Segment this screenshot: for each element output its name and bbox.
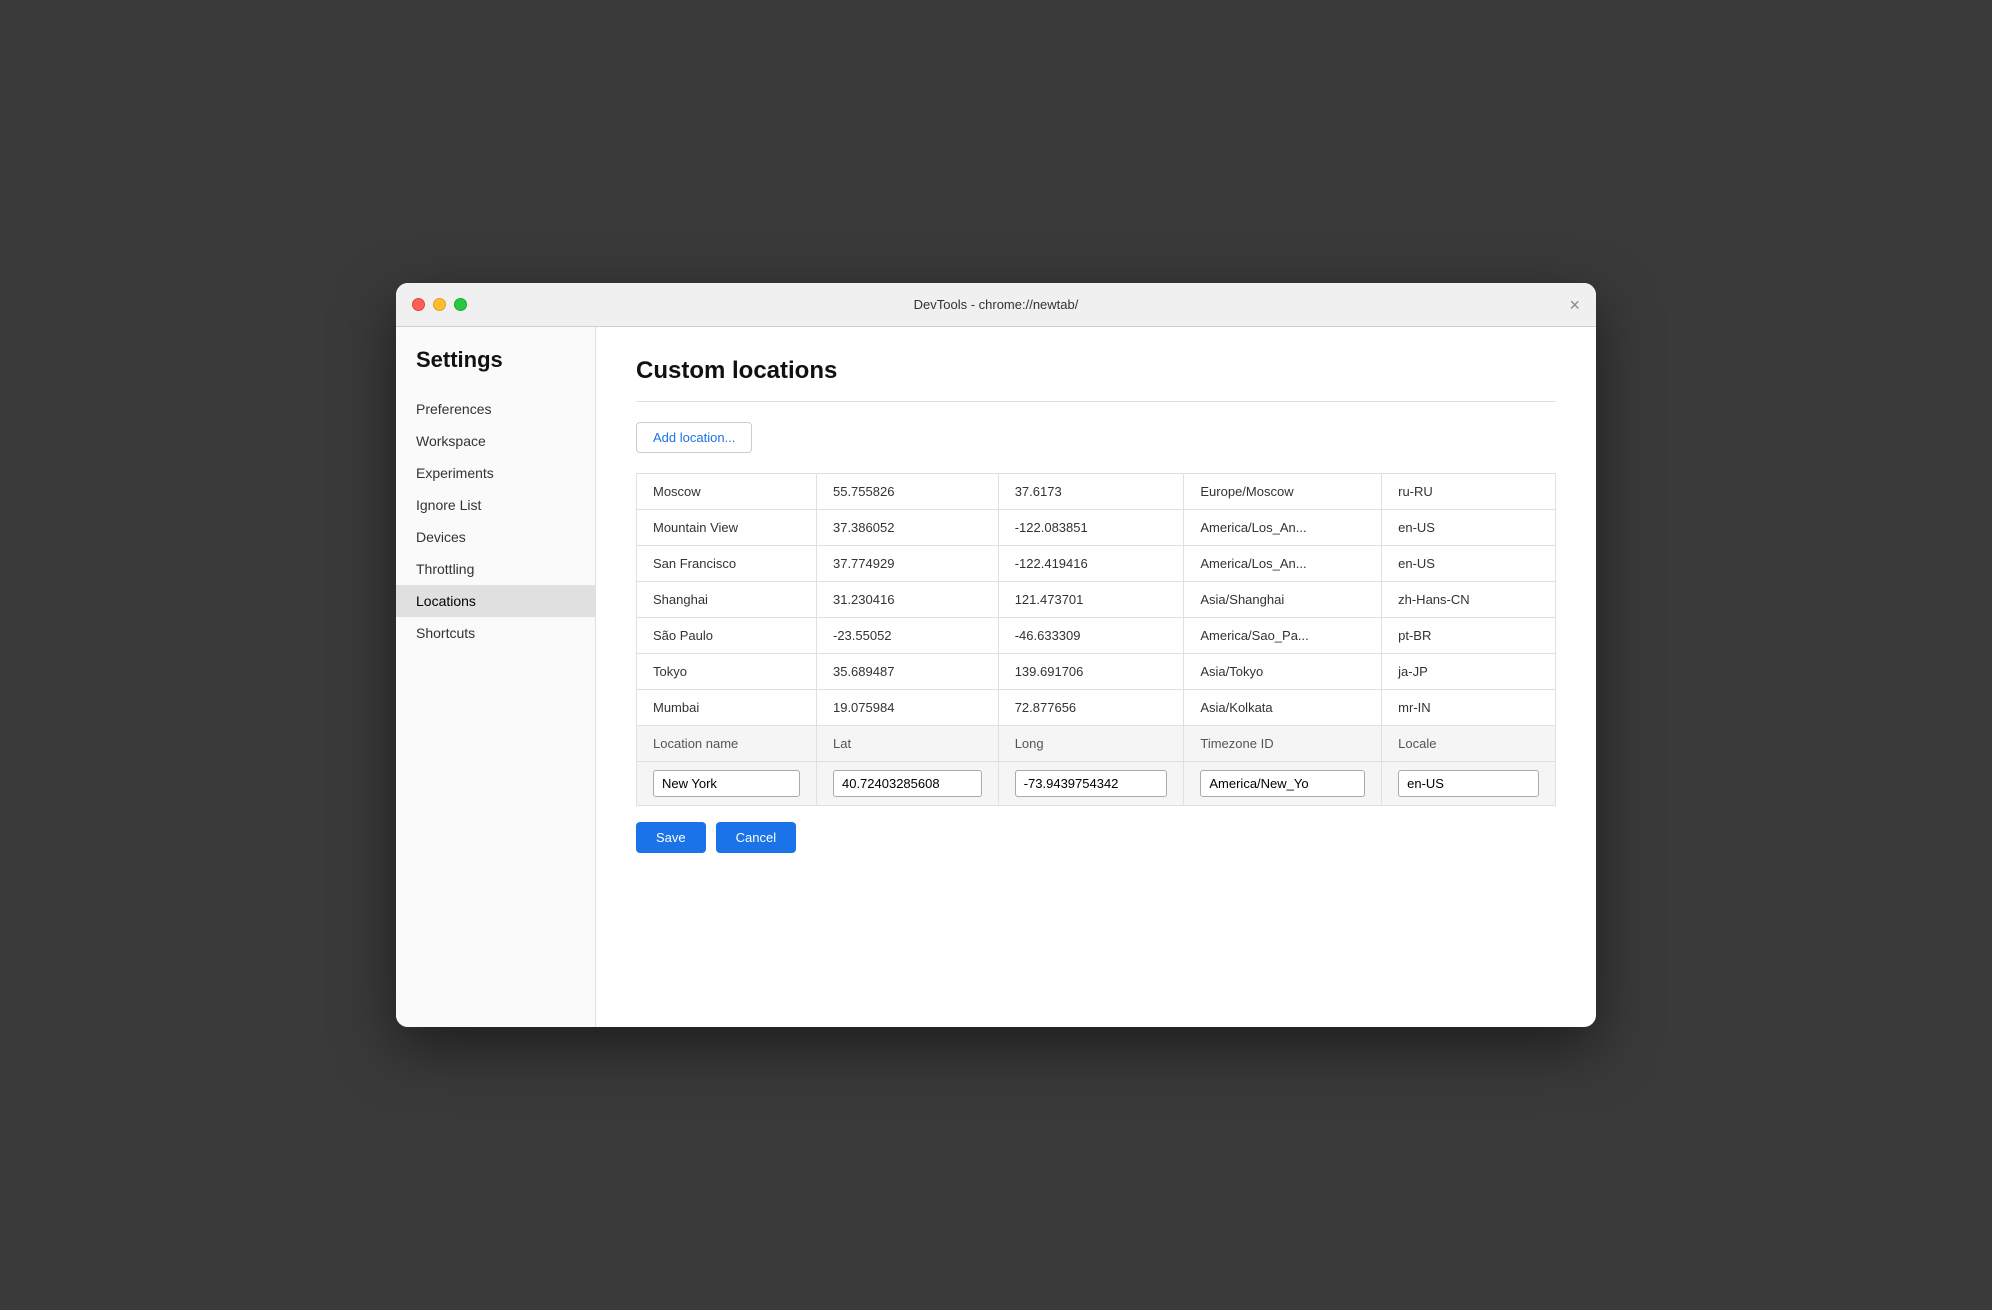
save-button[interactable]: Save	[636, 822, 706, 853]
devtools-window: DevTools - chrome://newtab/ × Settings P…	[396, 283, 1596, 1027]
traffic-lights	[412, 298, 467, 311]
cell-lat: 37.386052	[816, 510, 998, 546]
input-cell-name[interactable]	[637, 762, 817, 806]
cell-long: -46.633309	[998, 618, 1184, 654]
cell-locale: pt-BR	[1382, 618, 1556, 654]
table-row: São Paulo-23.55052-46.633309America/Sao_…	[637, 618, 1556, 654]
title-bar: DevTools - chrome://newtab/ ×	[396, 283, 1596, 327]
cell-name: Tokyo	[637, 654, 817, 690]
cell-name: Moscow	[637, 474, 817, 510]
cell-long: 72.877656	[998, 690, 1184, 726]
main-content: Settings Preferences Workspace Experimen…	[396, 327, 1596, 1027]
input-locale[interactable]	[1398, 770, 1539, 797]
table-row: Moscow55.75582637.6173Europe/Moscowru-RU	[637, 474, 1556, 510]
sidebar-item-experiments[interactable]: Experiments	[396, 457, 595, 489]
page-title: Custom locations	[636, 357, 1556, 385]
sidebar-title: Settings	[396, 347, 595, 393]
header-timezone: Timezone ID	[1184, 726, 1382, 762]
cell-timezone: America/Los_An...	[1184, 510, 1382, 546]
cell-lat: 35.689487	[816, 654, 998, 690]
header-long: Long	[998, 726, 1184, 762]
cell-name: Mountain View	[637, 510, 817, 546]
new-location-input-row	[637, 762, 1556, 806]
cell-lat: 31.230416	[816, 582, 998, 618]
cell-timezone: Asia/Shanghai	[1184, 582, 1382, 618]
cell-timezone: Asia/Tokyo	[1184, 654, 1382, 690]
new-location-header-row: Location nameLatLongTimezone IDLocale	[637, 726, 1556, 762]
locations-table: Moscow55.75582637.6173Europe/Moscowru-RU…	[636, 473, 1556, 806]
cell-locale: ru-RU	[1382, 474, 1556, 510]
cell-locale: mr-IN	[1382, 690, 1556, 726]
cell-locale: zh-Hans-CN	[1382, 582, 1556, 618]
add-location-button[interactable]: Add location...	[636, 422, 752, 453]
header-lat: Lat	[816, 726, 998, 762]
maximize-button[interactable]	[454, 298, 467, 311]
header-locale: Locale	[1382, 726, 1556, 762]
sidebar-item-shortcuts[interactable]: Shortcuts	[396, 617, 595, 649]
cell-locale: en-US	[1382, 510, 1556, 546]
minimize-button[interactable]	[433, 298, 446, 311]
table-row: San Francisco37.774929-122.419416America…	[637, 546, 1556, 582]
cell-lat: 55.755826	[816, 474, 998, 510]
cell-locale: ja-JP	[1382, 654, 1556, 690]
sidebar-item-locations[interactable]: Locations	[396, 585, 595, 617]
input-lat[interactable]	[833, 770, 982, 797]
cell-lat: 19.075984	[816, 690, 998, 726]
cell-long: -122.419416	[998, 546, 1184, 582]
table-row: Tokyo35.689487139.691706Asia/Tokyoja-JP	[637, 654, 1556, 690]
input-cell-lat[interactable]	[816, 762, 998, 806]
table-row: Mountain View37.386052-122.083851America…	[637, 510, 1556, 546]
cell-timezone: America/Los_An...	[1184, 546, 1382, 582]
header-name: Location name	[637, 726, 817, 762]
window-title: DevTools - chrome://newtab/	[914, 297, 1079, 312]
table-row: Shanghai31.230416121.473701Asia/Shanghai…	[637, 582, 1556, 618]
input-name[interactable]	[653, 770, 800, 797]
sidebar-item-preferences[interactable]: Preferences	[396, 393, 595, 425]
input-timezone[interactable]	[1200, 770, 1365, 797]
cell-timezone: America/Sao_Pa...	[1184, 618, 1382, 654]
action-buttons: Save Cancel	[636, 822, 1556, 853]
cell-long: -122.083851	[998, 510, 1184, 546]
main-panel: Custom locations Add location... Moscow5…	[596, 327, 1596, 1027]
input-cell-long[interactable]	[998, 762, 1184, 806]
input-cell-locale[interactable]	[1382, 762, 1556, 806]
input-long[interactable]	[1015, 770, 1168, 797]
cell-name: Shanghai	[637, 582, 817, 618]
sidebar-item-workspace[interactable]: Workspace	[396, 425, 595, 457]
cell-lat: 37.774929	[816, 546, 998, 582]
input-cell-timezone[interactable]	[1184, 762, 1382, 806]
cell-name: São Paulo	[637, 618, 817, 654]
cell-long: 139.691706	[998, 654, 1184, 690]
sidebar-item-ignore-list[interactable]: Ignore List	[396, 489, 595, 521]
cell-long: 37.6173	[998, 474, 1184, 510]
cell-timezone: Europe/Moscow	[1184, 474, 1382, 510]
title-divider	[636, 401, 1556, 402]
cell-locale: en-US	[1382, 546, 1556, 582]
sidebar-item-throttling[interactable]: Throttling	[396, 553, 595, 585]
window-close-icon[interactable]: ×	[1569, 296, 1580, 314]
cell-name: Mumbai	[637, 690, 817, 726]
table-row: Mumbai19.07598472.877656Asia/Kolkatamr-I…	[637, 690, 1556, 726]
cancel-button[interactable]: Cancel	[716, 822, 796, 853]
cell-long: 121.473701	[998, 582, 1184, 618]
sidebar-item-devices[interactable]: Devices	[396, 521, 595, 553]
close-button[interactable]	[412, 298, 425, 311]
sidebar: Settings Preferences Workspace Experimen…	[396, 327, 596, 1027]
cell-timezone: Asia/Kolkata	[1184, 690, 1382, 726]
cell-lat: -23.55052	[816, 618, 998, 654]
cell-name: San Francisco	[637, 546, 817, 582]
